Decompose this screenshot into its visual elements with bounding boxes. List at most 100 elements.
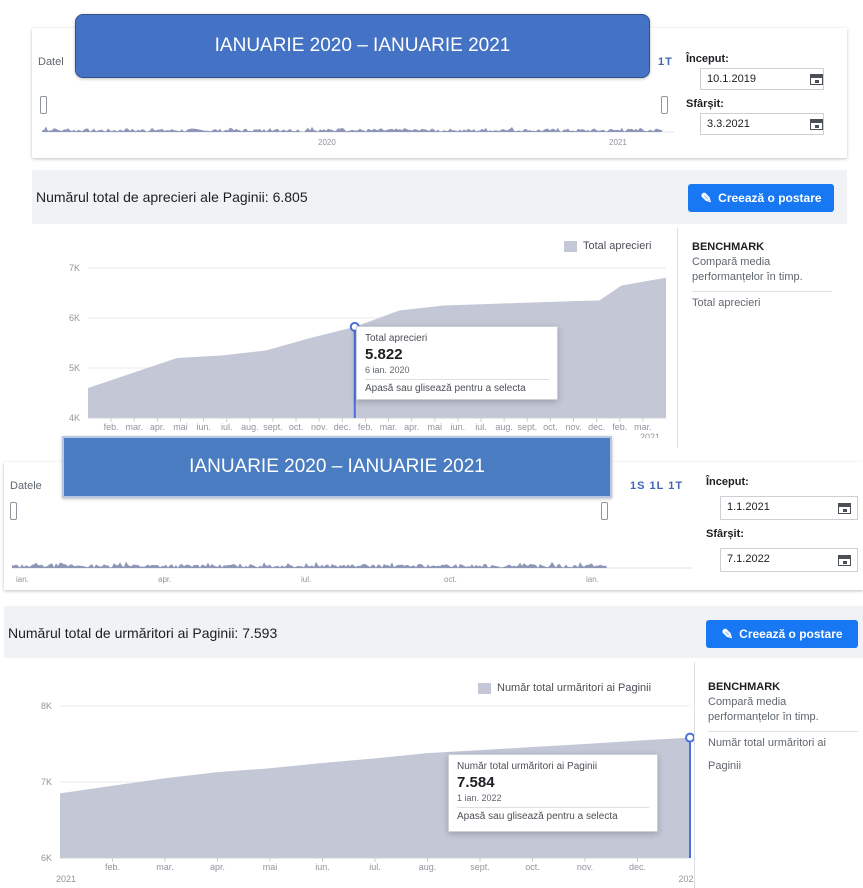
x-tick-label: feb. [105, 862, 120, 872]
x-tick-label: sept. [263, 422, 283, 432]
x-tick-label: iul. [475, 422, 487, 432]
top-period-banner: IANUARIE 2020 – IANUARIE 2021 [75, 14, 650, 78]
x-tick-label: sept. [518, 422, 538, 432]
y-tick-label: 6K [41, 853, 52, 863]
bottom-chart-tooltip: Număr total urmăritori ai Paginii 7.584 … [448, 754, 658, 832]
x-tick-label: apr. [404, 422, 419, 432]
x-tick-label: nov. [311, 422, 327, 432]
x-tick-label: apr. [210, 862, 225, 872]
bottom-period-selector[interactable]: 1S 1L 1T [630, 480, 683, 492]
bottom-start-label: Început: [706, 476, 749, 488]
y-tick-label: 6K [69, 313, 80, 323]
bottom-timeline-right-handle[interactable] [601, 502, 608, 520]
top-timeline-year-2021: 2021 [609, 138, 627, 147]
bottom-followers-title: Numărul total de urmăritori ai Paginii: … [8, 625, 278, 641]
x-tick-label: sept. [470, 862, 490, 872]
bottom-timeline-chart[interactable] [12, 510, 692, 572]
x-tick-label: iul. [369, 862, 381, 872]
bottom-period-banner: IANUARIE 2020 – IANUARIE 2021 [62, 436, 612, 498]
pencil-icon: ✎ [700, 189, 713, 206]
x-year-label: 2021 [640, 432, 660, 438]
bottom-date-label: Datele [10, 480, 42, 492]
x-tick-label: iun. [451, 422, 466, 432]
x-tick-label: mai [173, 422, 188, 432]
top-tooltip-hint: Apasă sau glisează pentru a selecta [365, 379, 549, 394]
top-tooltip-date: 6 ian. 2020 [365, 365, 410, 375]
bottom-chart-divider [694, 662, 695, 888]
bottom-end-calendar-icon[interactable] [838, 555, 851, 566]
bottom-tooltip-title: Număr total urmăritori ai Paginii [457, 761, 598, 772]
top-end-label: Sfârșit: [686, 98, 724, 110]
bottom-timeline-left-handle[interactable] [10, 502, 17, 520]
top-tooltip-title: Total aprecieri [365, 333, 428, 344]
bottom-tooltip-hint: Apasă sau glisează pentru a selecta [457, 807, 649, 822]
x-tick-label: dec. [334, 422, 351, 432]
bottom-timeline-month-ian: ian. [16, 575, 29, 584]
x-tick-label: mar. [634, 422, 652, 432]
bottom-create-post-label: Creează o postare [739, 627, 843, 641]
bottom-legend-label: Număr total urmăritori ai Paginii [497, 682, 652, 694]
x-year-right: 202 [678, 874, 693, 884]
x-tick-label: dec. [629, 862, 646, 872]
x-tick-label: aug. [495, 422, 513, 432]
x-tick-label: iul. [221, 422, 233, 432]
x-tick-label: feb. [358, 422, 373, 432]
top-tooltip-value: 5.822 [365, 346, 403, 363]
top-timeline-year-2020: 2020 [318, 138, 336, 147]
top-benchmark-separator [692, 291, 832, 292]
x-tick-label: iun. [196, 422, 211, 432]
top-timeline-chart[interactable] [42, 86, 674, 148]
top-benchmark-heading: BENCHMARK [692, 241, 765, 253]
bottom-benchmark-metric-line1[interactable]: Număr total urmăritori ai [708, 736, 858, 751]
top-end-date-input[interactable]: 3.3.2021 [700, 113, 824, 135]
top-benchmark: BENCHMARK Compară media performanțelor î… [692, 240, 832, 311]
top-start-date-input[interactable]: 10.1.2019 [700, 68, 824, 90]
x-tick-label: mar. [125, 422, 143, 432]
top-timeline-left-handle[interactable] [40, 96, 47, 114]
top-chart-tooltip: Total aprecieri 5.822 6 ian. 2020 Apasă … [356, 326, 558, 400]
bottom-tooltip-date: 1 ian. 2022 [457, 793, 502, 803]
top-end-calendar-icon[interactable] [810, 119, 823, 130]
top-benchmark-metric[interactable]: Total aprecieri [692, 296, 832, 311]
top-timeline-right-handle[interactable] [661, 96, 668, 114]
top-start-calendar-icon[interactable] [810, 74, 823, 85]
top-period-1t[interactable]: 1T [658, 56, 673, 68]
y-tick-label: 8K [41, 701, 52, 711]
bottom-timeline-month-ian2: ian. [586, 575, 599, 584]
top-page-likes-title: Numărul total de aprecieri ale Paginii: … [36, 189, 308, 205]
bottom-benchmark-separator [708, 731, 858, 732]
top-legend: Total aprecieri [564, 240, 651, 252]
y-tick-label: 4K [69, 413, 80, 423]
highlight-point[interactable] [685, 732, 694, 743]
bottom-benchmark-metric-line2[interactable]: Paginii [708, 759, 858, 774]
x-tick-label: mar. [156, 862, 174, 872]
bottom-tooltip-value: 7.584 [457, 774, 495, 791]
x-tick-label: apr. [150, 422, 165, 432]
x-tick-label: mar. [380, 422, 398, 432]
x-tick-label: mai [428, 422, 443, 432]
x-tick-label: mai [263, 862, 278, 872]
top-benchmark-line1: Compară media [692, 256, 771, 268]
x-tick-label: feb. [612, 422, 627, 432]
bottom-chart-panel: Număr total urmăritori ai Paginii 8K 7K 6K… [4, 662, 863, 888]
top-create-post-button[interactable]: ✎ Creează o postare [688, 184, 834, 212]
x-year-left: 2021 [56, 874, 76, 884]
bottom-benchmark-heading: BENCHMARK [708, 681, 781, 693]
top-chart-divider [677, 228, 678, 448]
bottom-timeline-month-oct: oct. [444, 575, 457, 584]
x-tick-label: dec. [588, 422, 605, 432]
x-tick-label: oct. [289, 422, 304, 432]
x-tick-label: feb. [104, 422, 119, 432]
bottom-benchmark: BENCHMARK Compară media performanțelor î… [708, 680, 858, 774]
x-tick-label: nov. [565, 422, 581, 432]
x-tick-label: oct. [543, 422, 558, 432]
top-create-post-label: Creează o postare [718, 191, 822, 205]
bottom-timeline-month-iul: iul. [301, 575, 312, 584]
bottom-create-post-button[interactable]: ✎ Creează o postare [706, 620, 858, 648]
bottom-start-calendar-icon[interactable] [838, 503, 851, 514]
y-tick-label: 5K [69, 363, 80, 373]
bottom-legend: Număr total urmăritori ai Paginii [478, 682, 651, 694]
x-tick-label: iun. [315, 862, 330, 872]
x-tick-label: aug. [419, 862, 437, 872]
bottom-legend-swatch [478, 682, 491, 694]
